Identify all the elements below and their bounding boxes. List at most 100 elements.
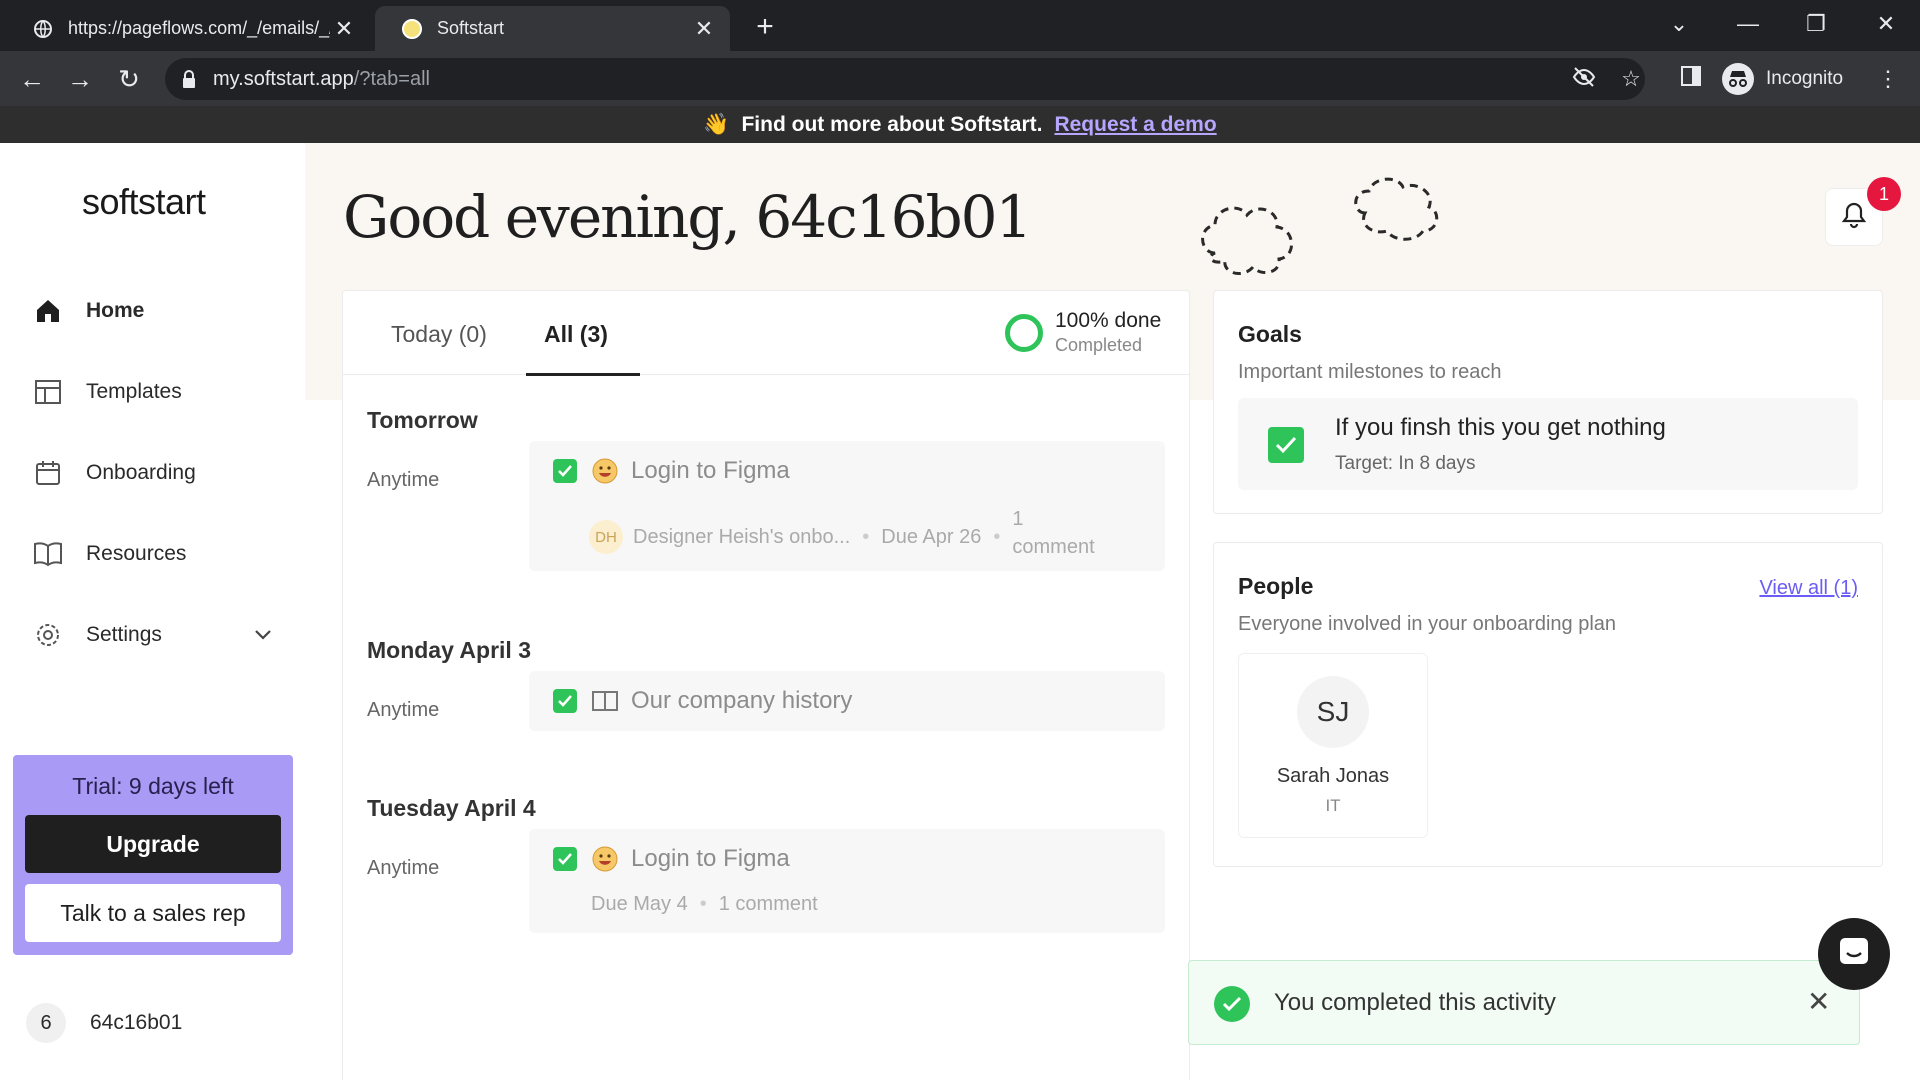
tab-title: Softstart bbox=[437, 18, 505, 38]
close-tab-icon[interactable]: ✕ bbox=[690, 16, 718, 42]
task-tabs: Today (0) All (3) 100% done Completed bbox=[343, 291, 1189, 376]
person-role: IT bbox=[1325, 796, 1341, 815]
people-title: People bbox=[1238, 573, 1314, 599]
back-icon[interactable]: ← bbox=[16, 63, 48, 95]
smiley-emoji-icon bbox=[591, 457, 619, 485]
task-title: Our company history bbox=[631, 687, 853, 714]
task-title: Login to Figma bbox=[631, 457, 790, 484]
checkbox-checked[interactable] bbox=[553, 459, 577, 483]
task-meta: DH Designer Heish's onbo... • Due Apr 26… bbox=[589, 508, 1095, 561]
goals-title: Goals bbox=[1238, 321, 1302, 347]
promo-banner: 👋 Find out more about Softstart. Request… bbox=[0, 106, 1920, 143]
smiley-emoji-icon bbox=[591, 845, 619, 873]
close-icon[interactable]: ✕ bbox=[1807, 985, 1830, 1018]
page-title: Good evening, 64c16b01 bbox=[343, 183, 1032, 251]
tab-search-icon[interactable]: ⌄ bbox=[1655, 6, 1703, 42]
sidebar-item-home[interactable]: Home bbox=[32, 289, 272, 333]
toast-message: You completed this activity bbox=[1274, 989, 1556, 1016]
reload-icon[interactable]: ↻ bbox=[113, 63, 145, 95]
comment-count[interactable]: 1 comment bbox=[1012, 505, 1094, 561]
request-demo-link[interactable]: Request a demo bbox=[1054, 113, 1216, 137]
sidebar-item-templates[interactable]: Templates bbox=[32, 370, 272, 414]
progress-status: Completed bbox=[1055, 335, 1143, 355]
goal-item[interactable]: If you finsh this you get nothing Target… bbox=[1238, 398, 1858, 490]
task-card[interactable]: Login to Figma Due May 4 • 1 comment bbox=[529, 829, 1165, 933]
separator-dot: • bbox=[862, 525, 870, 548]
sidebar-item-settings[interactable]: Settings bbox=[32, 613, 272, 657]
banner-text: Find out more about Softstart. bbox=[741, 112, 1043, 136]
tasks-panel: Today (0) All (3) 100% done Completed To… bbox=[342, 290, 1190, 1080]
goals-panel: Goals Important milestones to reach If y… bbox=[1213, 290, 1883, 514]
new-tab-icon[interactable]: + bbox=[750, 10, 780, 44]
goals-subtitle: Important milestones to reach bbox=[1238, 361, 1502, 383]
browser-tab-softstart[interactable]: Softstart ✕ bbox=[375, 6, 730, 51]
time-label: Anytime bbox=[367, 857, 440, 879]
book-icon bbox=[32, 538, 64, 570]
sidebar-item-onboarding[interactable]: Onboarding bbox=[32, 451, 272, 495]
bell-icon bbox=[1841, 201, 1867, 234]
user-name: 64c16b01 bbox=[90, 1011, 183, 1034]
sidebar-item-label: Settings bbox=[86, 623, 162, 646]
task-title: Login to Figma bbox=[631, 845, 790, 872]
restore-icon[interactable]: ❐ bbox=[1792, 6, 1840, 42]
time-label: Anytime bbox=[367, 699, 440, 721]
notification-badge: 1 bbox=[1867, 177, 1901, 211]
checkbox-checked[interactable] bbox=[553, 689, 577, 713]
task-meta: Due May 4 • 1 comment bbox=[591, 893, 818, 916]
people-panel: People View all (1) Everyone involved in… bbox=[1213, 542, 1883, 867]
owner-avatar: DH bbox=[589, 520, 623, 554]
time-label: Anytime bbox=[367, 469, 440, 491]
sidebar-item-label: Onboarding bbox=[86, 461, 196, 484]
owner-name: Designer Heish's onbo... bbox=[633, 525, 851, 548]
goal-title: If you finsh this you get nothing bbox=[1335, 414, 1666, 441]
layout-icon bbox=[32, 376, 64, 408]
section-title: Tuesday April 4 bbox=[367, 795, 536, 821]
task-card[interactable]: Login to Figma DH Designer Heish's onbo.… bbox=[529, 441, 1165, 571]
softstart-logo[interactable]: softstart bbox=[82, 181, 206, 223]
forward-icon[interactable]: → bbox=[64, 63, 96, 95]
incognito-profile[interactable]: Incognito bbox=[1722, 59, 1843, 99]
upgrade-button[interactable]: Upgrade bbox=[25, 815, 281, 873]
view-all-link[interactable]: View all (1) bbox=[1759, 577, 1858, 600]
side-panel-icon[interactable] bbox=[1677, 65, 1705, 93]
close-tab-icon[interactable]: ✕ bbox=[330, 16, 358, 42]
goal-target: Target: In 8 days bbox=[1335, 453, 1476, 474]
tab-title: https://pageflows.com/_/emails/_/ bbox=[68, 18, 330, 38]
menu-icon[interactable]: ⋮ bbox=[1874, 65, 1902, 93]
trial-panel: Trial: 9 days left Upgrade Talk to a sal… bbox=[13, 755, 293, 955]
address-bar[interactable]: my.softstart.app/?tab=all bbox=[165, 58, 1645, 100]
sidebar: softstart Home Templates Onboarding Reso… bbox=[0, 143, 305, 1080]
separator-dot: • bbox=[993, 525, 1001, 548]
star-icon[interactable]: ☆ bbox=[1617, 65, 1645, 93]
main-content: Good evening, 64c16b01 1 Today (0) All (… bbox=[305, 143, 1920, 1080]
minimize-icon[interactable]: — bbox=[1724, 6, 1772, 42]
chat-launcher-button[interactable] bbox=[1818, 918, 1890, 990]
people-subtitle: Everyone involved in your onboarding pla… bbox=[1238, 613, 1617, 635]
url-text: my.softstart.app/?tab=all bbox=[213, 68, 430, 90]
calendar-icon bbox=[32, 457, 64, 489]
cloud-illustration bbox=[1195, 173, 1495, 298]
user-profile[interactable]: 6 64c16b01 bbox=[26, 1003, 182, 1043]
user-avatar: 6 bbox=[26, 1003, 66, 1043]
browser-tab-pageflows[interactable]: https://pageflows.com/_/emails/_/ ✕ bbox=[20, 6, 370, 51]
profile-label: Incognito bbox=[1766, 68, 1844, 89]
sidebar-item-label: Templates bbox=[86, 380, 182, 403]
section-title: Tomorrow bbox=[367, 407, 478, 433]
book-open-icon bbox=[591, 687, 619, 715]
globe-icon bbox=[32, 18, 54, 40]
checkbox-checked[interactable] bbox=[553, 847, 577, 871]
separator-dot: • bbox=[699, 893, 707, 915]
close-window-icon[interactable]: ✕ bbox=[1862, 6, 1910, 42]
tab-today[interactable]: Today (0) bbox=[391, 321, 487, 348]
task-card[interactable]: Our company history bbox=[529, 671, 1165, 731]
chevron-down-icon[interactable] bbox=[254, 623, 272, 647]
goal-checkbox-checked[interactable] bbox=[1268, 427, 1304, 463]
comment-count[interactable]: 1 comment bbox=[719, 893, 818, 916]
tab-all[interactable]: All (3) bbox=[544, 321, 608, 348]
talk-to-sales-button[interactable]: Talk to a sales rep bbox=[25, 884, 281, 942]
lock-icon bbox=[181, 69, 197, 94]
person-card[interactable]: SJ Sarah Jonas IT bbox=[1238, 653, 1428, 838]
sidebar-item-resources[interactable]: Resources bbox=[32, 532, 272, 576]
incognito-icon bbox=[1722, 63, 1754, 95]
eye-off-icon[interactable] bbox=[1570, 65, 1598, 93]
